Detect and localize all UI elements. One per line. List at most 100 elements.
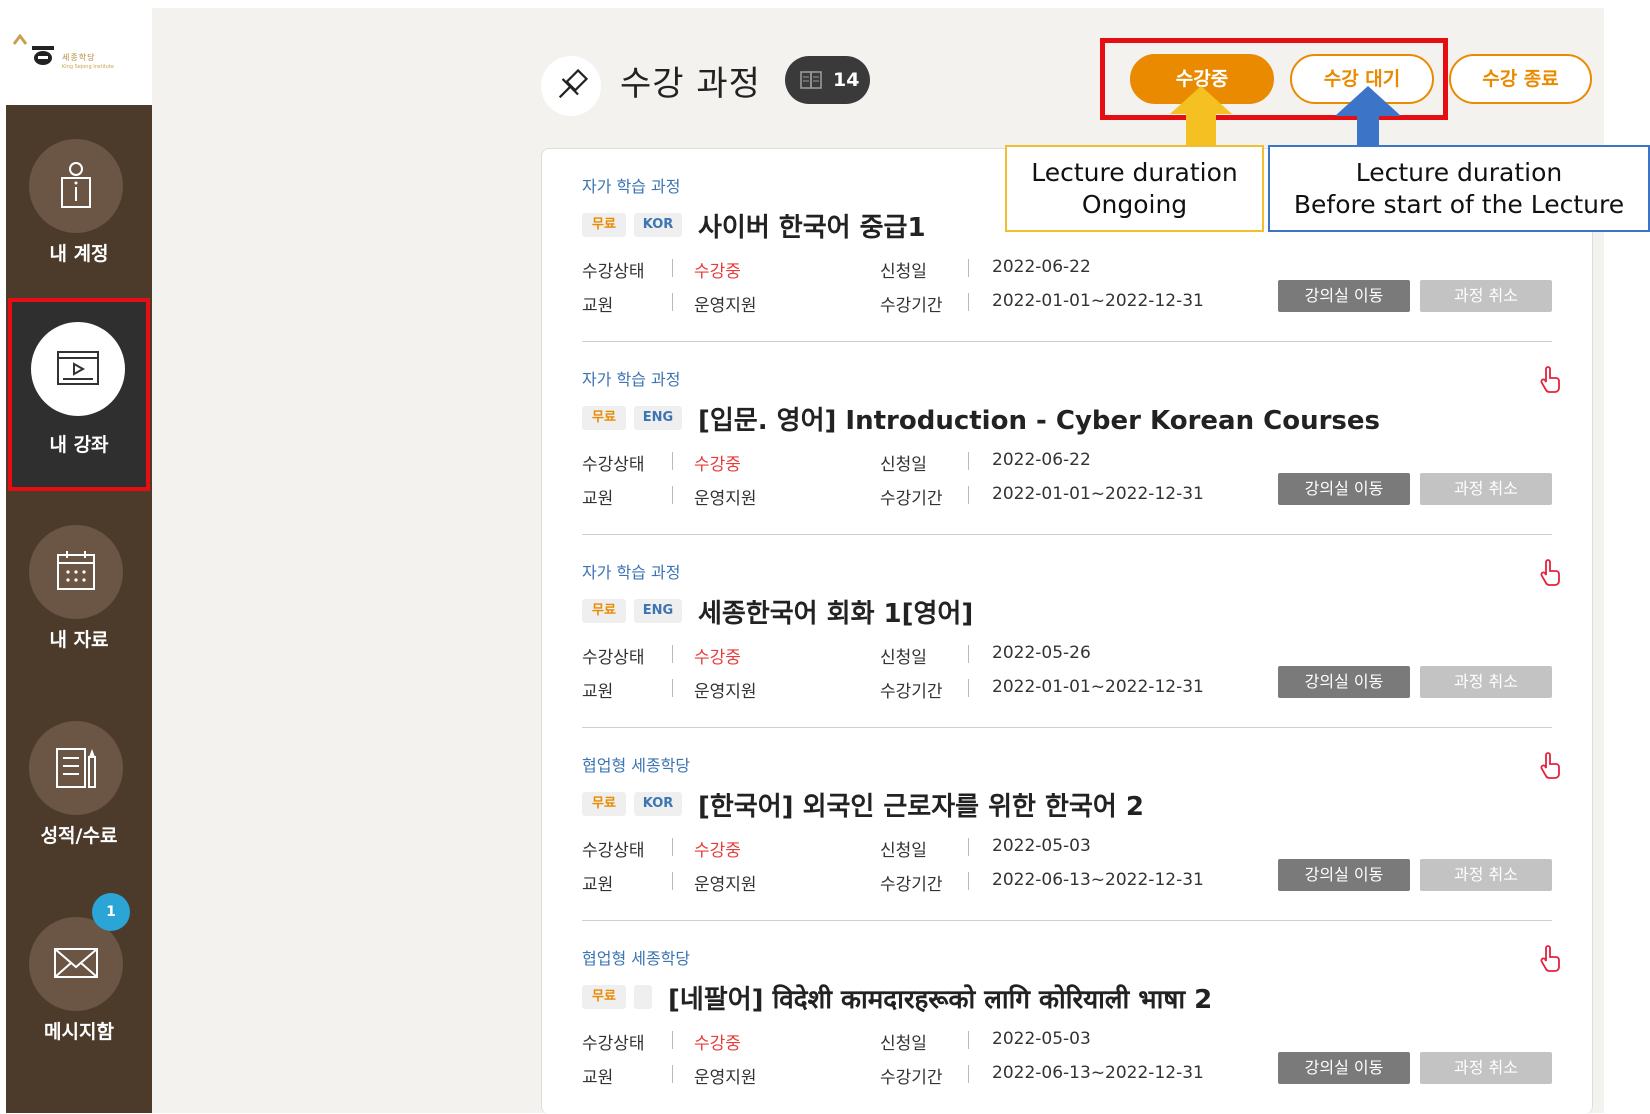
free-tag: 무료: [582, 599, 626, 623]
hand-pointer-icon[interactable]: [1538, 366, 1562, 394]
apply-date-value: 2022-05-03: [992, 836, 1091, 856]
period-value: 2022-06-13~2022-12-31: [992, 1063, 1204, 1083]
sidebar-item-grades[interactable]: 성적/수료: [6, 687, 152, 883]
cancel-course-button[interactable]: 과정 취소: [1420, 280, 1552, 312]
apply-date-label: 신청일: [880, 648, 927, 668]
apply-date-label: 신청일: [880, 262, 927, 282]
status-value: 수강중: [694, 262, 741, 282]
teacher-value: 운영지원: [694, 1068, 757, 1088]
separator: [968, 452, 969, 470]
sidebar-item-messages[interactable]: 1 메시지함: [6, 883, 152, 1079]
king-sejong-logo-icon: [12, 34, 54, 65]
free-tag: 무료: [582, 406, 626, 430]
apply-date-value: 2022-06-22: [992, 257, 1091, 277]
course-title[interactable]: [한국어] 외국인 근로자를 위한 한국어 2: [698, 786, 1144, 823]
annotation-line: Ongoing: [1081, 190, 1188, 219]
status-value: 수강중: [694, 648, 741, 668]
hand-pointer-icon[interactable]: [1538, 752, 1562, 780]
course-list: 자가 학습 과정 무료 KOR 사이버 한국어 중급1 수강상태 수강중 신청일…: [541, 148, 1593, 1114]
separator: [672, 645, 673, 663]
status-value: 수강중: [694, 1034, 741, 1054]
course-title[interactable]: [네팔어] विदेशी कामदारहरूको लागि कोरियाली भ…: [668, 979, 1212, 1016]
sidebar-item-my-account[interactable]: 내 계정: [6, 105, 152, 301]
separator: [672, 1031, 673, 1049]
separator: [672, 259, 673, 277]
status-label: 수강상태: [582, 262, 645, 282]
course-title[interactable]: 세종한국어 회화 1[영어]: [698, 593, 973, 630]
course-type: 협업형 세종학당: [582, 949, 691, 968]
separator: [968, 838, 969, 856]
status-label: 수강상태: [582, 648, 645, 668]
annotation-line: Before start of the Lecture: [1293, 190, 1625, 219]
language-tag: KOR: [634, 792, 682, 816]
logo-text: 세종학당: [62, 53, 96, 62]
annotation-ongoing: Lecture duration Ongoing: [1005, 145, 1264, 232]
period-value: 2022-01-01~2022-12-31: [992, 484, 1204, 504]
teacher-value: 운영지원: [694, 489, 757, 509]
status-value: 수강중: [694, 841, 741, 861]
cancel-course-button[interactable]: 과정 취소: [1420, 666, 1552, 698]
separator: [672, 872, 673, 890]
go-classroom-button[interactable]: 강의실 이동: [1278, 859, 1410, 891]
sidebar-item-my-courses[interactable]: 내 강좌: [8, 298, 150, 491]
language-tag: ENG: [634, 599, 682, 623]
hand-pointer-icon[interactable]: [1538, 559, 1562, 587]
period-label: 수강기간: [880, 489, 943, 509]
list-item: 협업형 세종학당 무료 [네팔어] विदेशी कामदारहरूको लाग…: [582, 921, 1560, 1114]
cancel-course-button[interactable]: 과정 취소: [1420, 473, 1552, 505]
teacher-label: 교원: [582, 682, 614, 702]
status-label: 수강상태: [582, 841, 645, 861]
cancel-course-button[interactable]: 과정 취소: [1420, 1052, 1552, 1084]
teacher-value: 운영지원: [694, 875, 757, 895]
logo[interactable]: 세종학당 King Sejong Institute: [0, 0, 152, 105]
sidebar-item-label: 내 계정: [49, 243, 109, 265]
report-icon: [56, 748, 96, 788]
go-classroom-button[interactable]: 강의실 이동: [1278, 280, 1410, 312]
annotation-waiting: Lecture duration Before start of the Lec…: [1268, 145, 1650, 232]
account-info-icon: [61, 162, 91, 208]
status-label: 수강상태: [582, 455, 645, 475]
go-classroom-button[interactable]: 강의실 이동: [1278, 666, 1410, 698]
list-item: 자가 학습 과정 무료 ENG [입문. 영어] Introduction - …: [582, 342, 1560, 535]
go-classroom-button[interactable]: 강의실 이동: [1278, 1052, 1410, 1084]
separator: [968, 679, 969, 697]
status-value: 수강중: [694, 455, 741, 475]
free-tag: 무료: [582, 792, 626, 816]
separator: [968, 259, 969, 277]
course-title[interactable]: 사이버 한국어 중급1: [698, 207, 926, 244]
hand-pointer-icon[interactable]: [1538, 945, 1562, 973]
period-value: 2022-01-01~2022-12-31: [992, 677, 1204, 697]
teacher-label: 교원: [582, 489, 614, 509]
separator: [672, 486, 673, 504]
logo-subtext: King Sejong Institute: [62, 64, 114, 70]
separator: [672, 838, 673, 856]
go-classroom-button[interactable]: 강의실 이동: [1278, 473, 1410, 505]
course-count-badge: 14: [785, 56, 870, 104]
pin-badge: [541, 56, 601, 116]
period-value: 2022-01-01~2022-12-31: [992, 291, 1204, 311]
course-count: 14: [833, 69, 860, 91]
period-label: 수강기간: [880, 682, 943, 702]
sidebar: 내 계정 내 강좌 내 자료 성적/수료 1 메시지함: [6, 105, 152, 1113]
book-icon: [800, 71, 822, 89]
sidebar-item-my-materials[interactable]: 내 자료: [6, 491, 152, 687]
sidebar-item-label: 성적/수료: [40, 825, 118, 847]
tab-finished[interactable]: 수강 종료: [1449, 54, 1592, 104]
separator: [672, 1065, 673, 1083]
apply-date-label: 신청일: [880, 841, 927, 861]
course-title[interactable]: [입문. 영어] Introduction - Cyber Korean Cou…: [698, 400, 1380, 437]
status-label: 수강상태: [582, 1034, 645, 1054]
separator: [968, 1065, 969, 1083]
separator: [968, 486, 969, 504]
separator: [968, 645, 969, 663]
list-item: 자가 학습 과정 무료 ENG 세종한국어 회화 1[영어] 수강상태 수강중 …: [582, 535, 1560, 728]
course-type: 자가 학습 과정: [582, 370, 681, 389]
page-title: 수강 과정: [620, 64, 761, 104]
video-lecture-icon: [57, 351, 99, 385]
teacher-value: 운영지원: [694, 682, 757, 702]
cancel-course-button[interactable]: 과정 취소: [1420, 859, 1552, 891]
separator: [672, 452, 673, 470]
teacher-label: 교원: [582, 296, 614, 316]
pin-icon: [558, 68, 589, 99]
apply-date-value: 2022-05-03: [992, 1029, 1091, 1049]
